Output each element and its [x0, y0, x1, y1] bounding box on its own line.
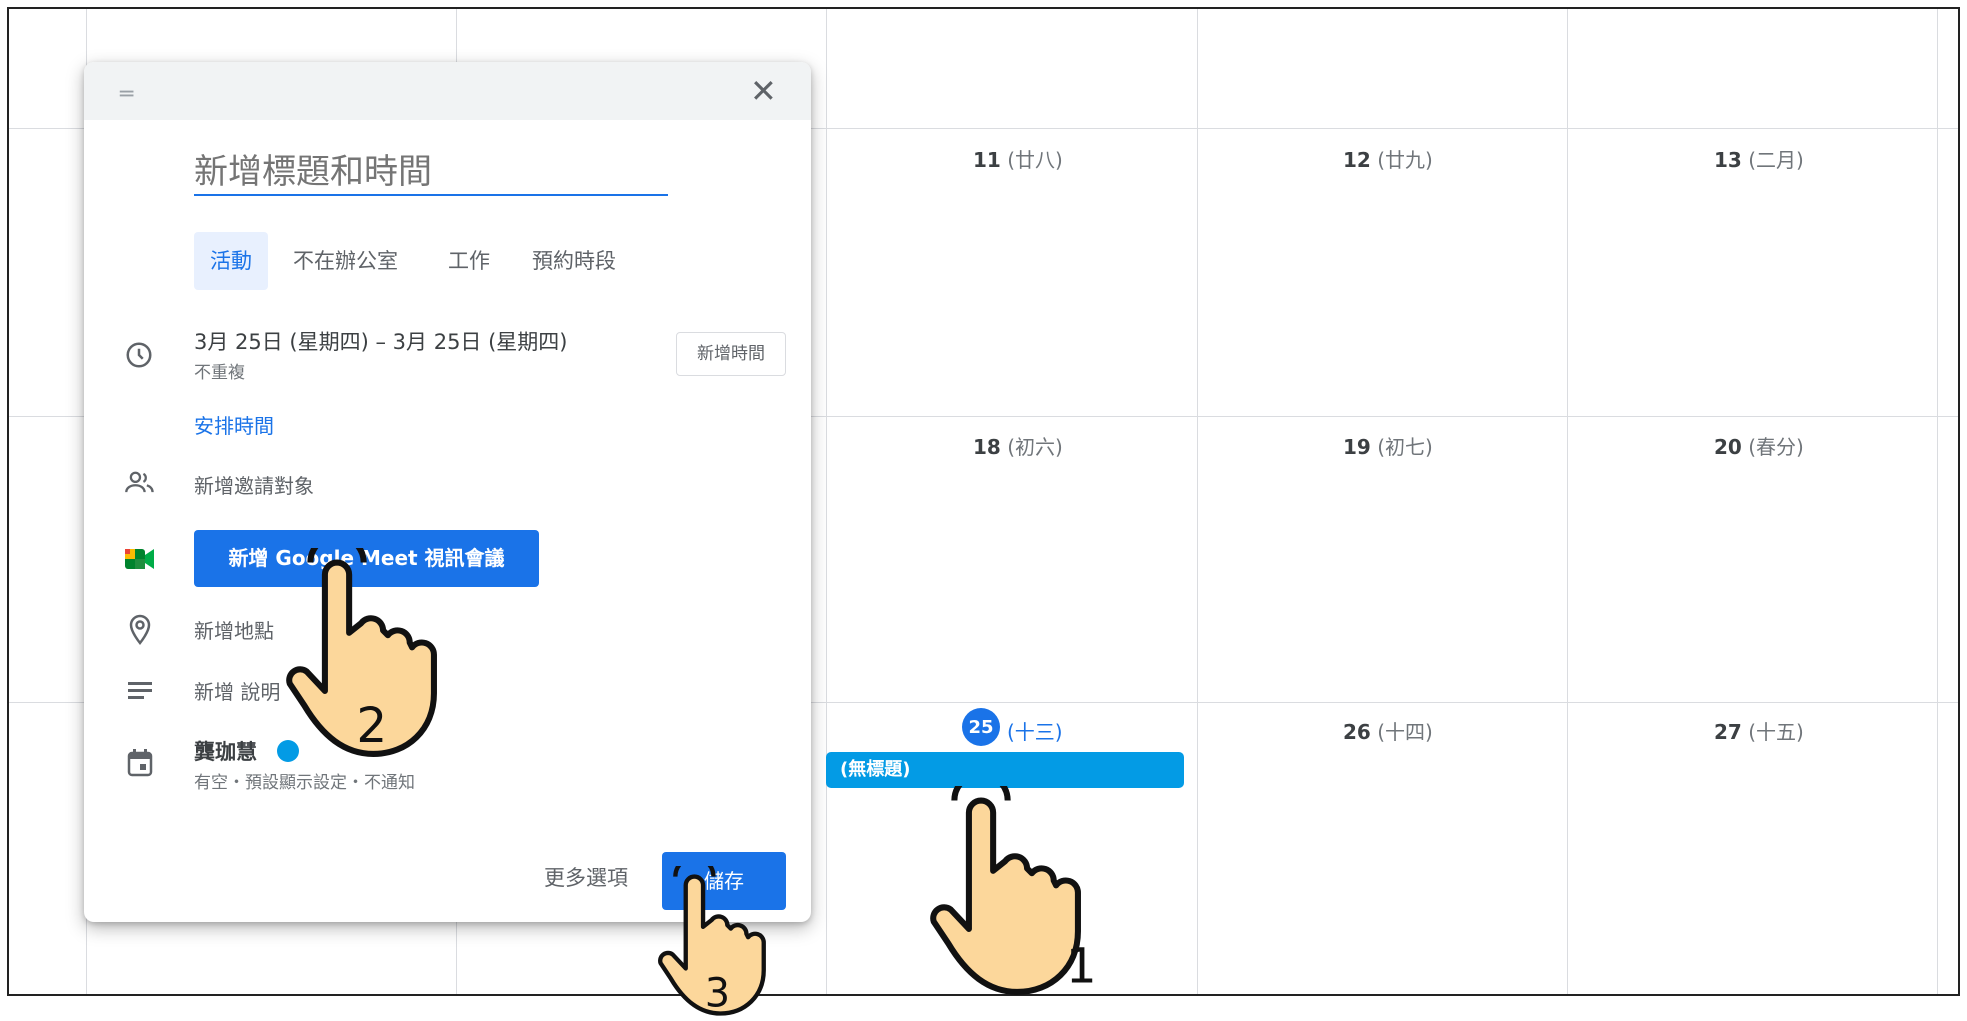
grid-line [1937, 9, 1938, 994]
pointing-hand-icon: 2 [286, 548, 437, 757]
day-cell-27[interactable]: 27 (十五) [1714, 716, 1804, 745]
description-icon [128, 682, 152, 699]
day-cell-13[interactable]: 13 (二月) [1714, 144, 1804, 173]
tab-task[interactable]: 工作 [448, 232, 490, 290]
day-cell-26[interactable]: 26 (十四) [1343, 716, 1433, 745]
drag-handle-icon[interactable]: ═ [120, 82, 133, 107]
schedule-link[interactable]: 安排時間 [194, 410, 274, 439]
day-cell-11[interactable]: 11 (廿八) [973, 144, 1063, 173]
repeat-setting[interactable]: 不重複 [194, 358, 245, 383]
more-options-button[interactable]: 更多選項 [544, 862, 628, 892]
tab-event[interactable]: 活動 [194, 232, 268, 290]
dialog-header[interactable] [84, 62, 811, 120]
event-title-input[interactable] [194, 150, 668, 196]
step-number-3: 3 [705, 971, 730, 1017]
add-guests-field[interactable]: 新增邀請對象 [194, 470, 314, 499]
add-time-button[interactable]: 新增時間 [676, 332, 786, 376]
tab-appointment-slots[interactable]: 預約時段 [532, 232, 616, 290]
grid-line [1567, 9, 1568, 994]
close-icon[interactable]: ✕ [750, 72, 777, 110]
quick-event-dialog: ═ ✕ 活動 不在辦公室 工作 預約時段 3月 25日 (星期四) – 3月 2… [84, 62, 811, 922]
day-cell-12[interactable]: 12 (廿九) [1343, 144, 1433, 173]
date-range[interactable]: 3月 25日 (星期四) – 3月 25日 (星期四) [194, 326, 568, 356]
step-number-2: 2 [356, 698, 387, 754]
calendar-icon [127, 749, 153, 777]
grid-line [826, 9, 827, 994]
untitled-event-chip[interactable]: (無標題) [826, 752, 1184, 788]
calendar-owner[interactable]: 龔珈慧 [194, 736, 257, 766]
availability-status[interactable]: 有空・預設顯示設定・不通知 [194, 768, 415, 793]
add-description-field[interactable]: 新增 說明 [194, 676, 280, 705]
grid-line [1197, 9, 1198, 994]
google-meet-icon [125, 549, 154, 569]
today-date-badge[interactable]: 25 [962, 708, 1000, 746]
pointing-hand-icon: 3 [658, 866, 766, 1017]
clock-icon [126, 342, 152, 368]
tab-out-of-office[interactable]: 不在辦公室 [293, 232, 398, 290]
day-cell-19[interactable]: 19 (初七) [1343, 431, 1433, 460]
step-number-1: 1 [1066, 938, 1097, 994]
pointing-hand-icon: 1 [930, 786, 1097, 995]
add-location-field[interactable]: 新增地點 [194, 615, 274, 644]
people-icon [125, 471, 154, 493]
day-cell-18[interactable]: 18 (初六) [973, 431, 1063, 460]
day-cell-20[interactable]: 20 (春分) [1714, 431, 1804, 460]
location-pin-icon [129, 614, 151, 645]
today-lunar-label: (十三) [1007, 720, 1063, 744]
